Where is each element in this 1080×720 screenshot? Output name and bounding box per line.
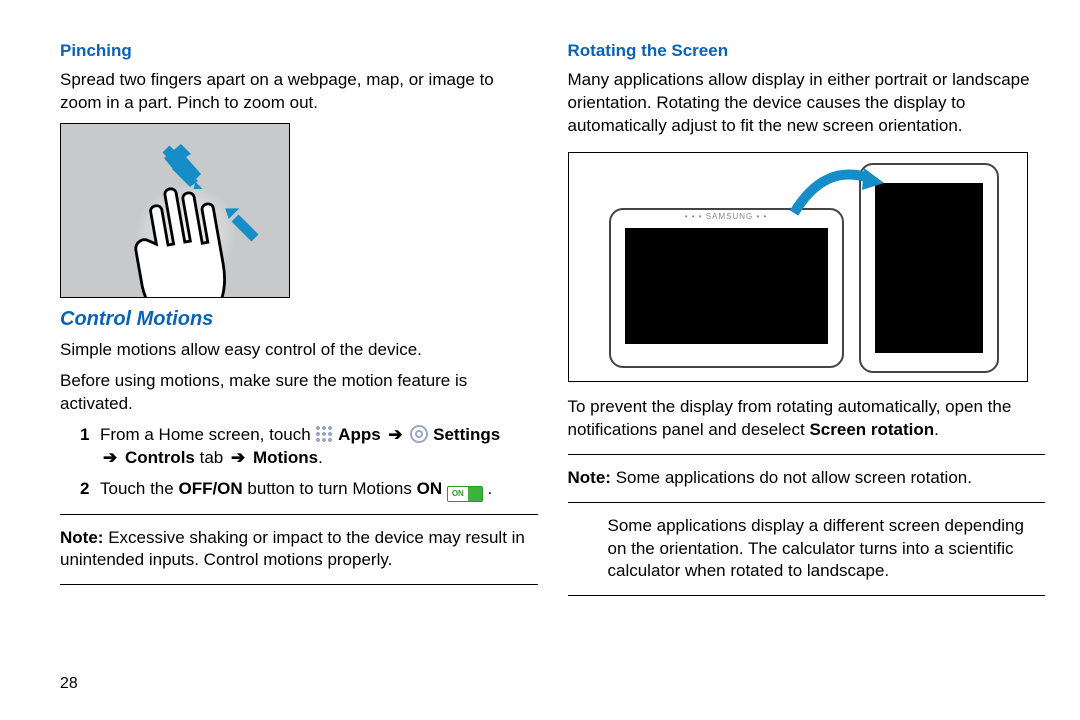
tablet-landscape-icon — [609, 208, 844, 368]
note-label: Note: — [568, 468, 611, 487]
pinching-body: Spread two fingers apart on a webpage, m… — [60, 69, 538, 115]
apps-label: Apps — [338, 425, 381, 444]
rotating-note: Note: Some applications do not allow scr… — [568, 467, 1046, 490]
page-number: 28 — [60, 673, 78, 695]
controls-label: Controls — [125, 448, 195, 467]
step-2-text: Touch the OFF/ON button to turn Motions … — [100, 478, 538, 502]
motions-label: Motions — [253, 448, 318, 467]
on-label: ON — [417, 479, 443, 498]
tab-word: tab — [200, 448, 224, 467]
arrow-icon: ➔ — [385, 425, 405, 444]
divider — [60, 514, 538, 515]
pinching-heading: Pinching — [60, 40, 538, 63]
control-motions-intro1: Simple motions allow easy control of the… — [60, 339, 538, 362]
right-column: Rotating the Screen Many applications al… — [568, 40, 1046, 608]
settings-icon — [410, 425, 428, 443]
rotate-arrow-icon — [784, 158, 884, 218]
pinch-arrow-down-icon — [161, 144, 206, 189]
arrow-icon: ➔ — [228, 448, 248, 467]
pinch-arrow-up-icon — [216, 199, 261, 244]
settings-label: Settings — [433, 425, 500, 444]
control-motions-intro2: Before using motions, make sure the moti… — [60, 370, 538, 416]
divider — [568, 595, 1046, 596]
note-text: Some applications do not allow screen ro… — [616, 468, 972, 487]
step2-mid: button to turn Motions — [247, 479, 411, 498]
rotating-extra: Some applications display a different sc… — [608, 515, 1046, 584]
step-number: 1 — [80, 424, 100, 470]
step2-pre: Touch the — [100, 479, 174, 498]
step-number: 2 — [80, 478, 100, 502]
on-toggle-icon: ON — [447, 486, 483, 502]
control-motions-heading: Control Motions — [60, 306, 538, 333]
prevent-pre: To prevent the display from rotating aut… — [568, 397, 1012, 439]
note-label: Note: — [60, 528, 103, 547]
note-text: Excessive shaking or impact to the devic… — [60, 528, 525, 570]
step-1-text: From a Home screen, touch Apps ➔ Setting… — [100, 424, 538, 470]
divider — [568, 454, 1046, 455]
pinch-illustration — [60, 123, 290, 298]
divider — [60, 584, 538, 585]
divider — [568, 502, 1046, 503]
step-1: 1 From a Home screen, touch Apps ➔ Setti… — [80, 424, 538, 470]
offon-label: OFF/ON — [178, 479, 242, 498]
step-2: 2 Touch the OFF/ON button to turn Motion… — [80, 478, 538, 502]
two-column-layout: Pinching Spread two fingers apart on a w… — [60, 40, 1045, 608]
rotating-body: Many applications allow display in eithe… — [568, 69, 1046, 138]
rotation-illustration — [568, 152, 1028, 382]
left-column: Pinching Spread two fingers apart on a w… — [60, 40, 538, 608]
rotating-prevent: To prevent the display from rotating aut… — [568, 396, 1046, 442]
screen-rotation-label: Screen rotation — [809, 420, 934, 439]
step1-pre: From a Home screen, touch — [100, 425, 311, 444]
arrow-icon: ➔ — [100, 448, 120, 467]
steps-list: 1 From a Home screen, touch Apps ➔ Setti… — [80, 424, 538, 502]
apps-icon — [315, 425, 333, 443]
control-motions-note: Note: Excessive shaking or impact to the… — [60, 527, 538, 573]
rotating-heading: Rotating the Screen — [568, 40, 1046, 63]
